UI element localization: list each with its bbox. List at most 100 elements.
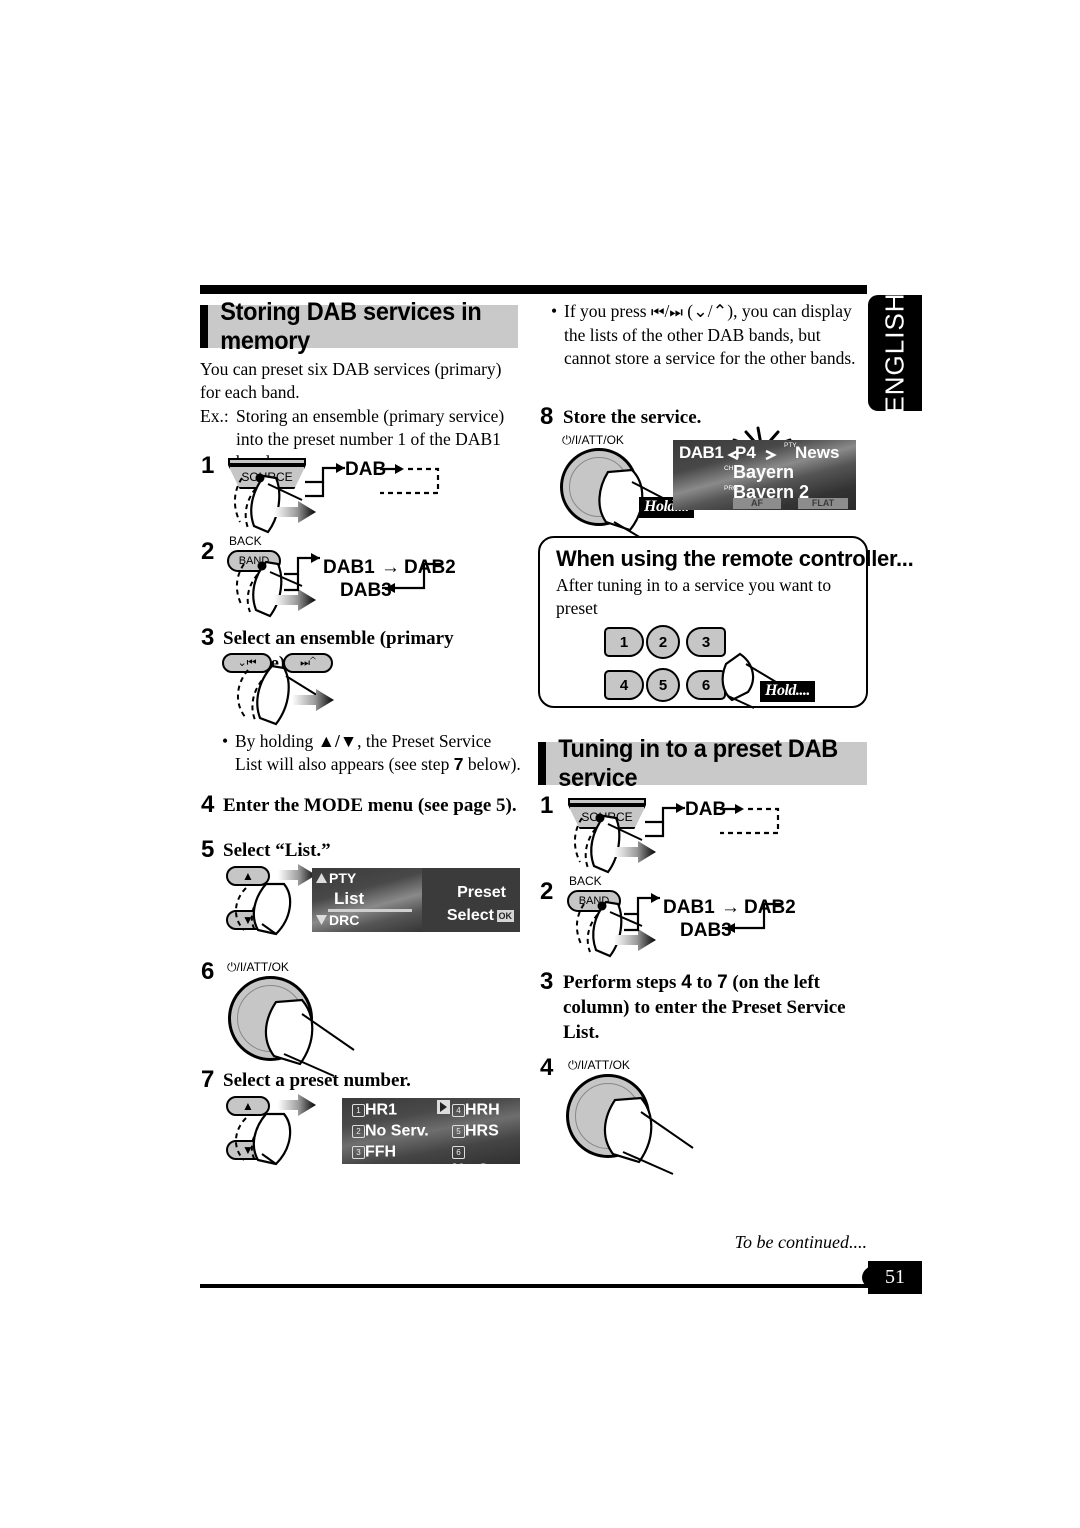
- lcd-menu-item-selected: List: [334, 889, 365, 908]
- lcd-store-display: DAB1 P4 PTY News CH Bayern PRG Bayern 2 …: [673, 440, 856, 510]
- step-2-number: 2: [201, 538, 215, 565]
- remote-key-2[interactable]: 2: [646, 625, 680, 659]
- finger-press-illustration-6: [264, 998, 355, 1077]
- tuning-step-3-c: to: [691, 972, 718, 993]
- source-button-top-bar-2: [568, 798, 646, 805]
- preset-label-3: FFH: [365, 1143, 397, 1161]
- right-top-note: • If you press ⏮/⏭ (⌄/⌃), you can displa…: [551, 300, 861, 370]
- top-divider-rule: [200, 285, 867, 294]
- lcd-menu-right-line2: Select: [446, 907, 494, 924]
- footer-divider-rule: [200, 1284, 922, 1288]
- right-note-a: If you press: [564, 301, 651, 321]
- step-3-note-arrows: ▲/▼: [317, 731, 358, 751]
- preset-label-4: HRH: [465, 1101, 500, 1119]
- remote-key-4[interactable]: 4: [604, 670, 644, 700]
- lcd-menu-right-line1: Preset: [457, 884, 506, 901]
- tuning-step-4-number: 4: [540, 1054, 554, 1081]
- lcd-store-pty: News: [795, 443, 840, 462]
- lcd-store-band: DAB1: [679, 443, 724, 462]
- lcd-store-ensemble: Bayern: [733, 462, 795, 482]
- lcd-menu-item-below: DRC: [329, 912, 360, 928]
- finger-press-illustration-7: [235, 1112, 292, 1166]
- preset-label-6: No Serv.: [452, 1161, 516, 1164]
- step-7-text: Select a preset number.: [223, 1070, 411, 1091]
- step-3-note: • By holding ▲/▼, the Preset Service Lis…: [222, 730, 522, 776]
- section-title-tuning: Tuning in to a preset DAB service: [558, 734, 838, 792]
- lcd-preset-list-display: 1HR1 2No Serv. 3FFH 4HRH 5HRS 6No Serv.: [342, 1098, 520, 1164]
- preset-number-6: 6: [452, 1145, 465, 1159]
- step-3-note-a: By holding: [235, 731, 318, 751]
- to-be-continued-note: To be continued....: [734, 1232, 867, 1252]
- storing-intro-text: You can preset six DAB services (primary…: [200, 359, 502, 402]
- preset-left-marker-icon: [727, 449, 739, 461]
- preset-right-marker-icon: [765, 449, 777, 461]
- lcd-store-flat-indicator: FLAT: [798, 498, 848, 509]
- tuning-step-3-text: Perform steps 4 to 7 (on the left column…: [563, 970, 863, 1045]
- right-note-paren: (⌄/⌃), you can: [682, 301, 797, 321]
- preset-number-3: 3: [352, 1145, 365, 1159]
- preset-label-5: HRS: [465, 1122, 499, 1140]
- bullet-dot: •: [222, 731, 229, 751]
- section-header-tuning: Tuning in to a preset DAB service: [538, 735, 867, 792]
- step-3-note-step-ref: 7: [453, 754, 464, 774]
- step-5-number: 5: [201, 836, 215, 863]
- step-3-number: 3: [201, 624, 215, 651]
- tuning-step-2-number: 2: [540, 878, 554, 905]
- step-5-text: Select “List.”: [223, 840, 331, 861]
- flow-dashed-loop-1: [380, 464, 440, 495]
- preset-number-4: 4: [452, 1103, 465, 1117]
- step-6-number: 6: [201, 958, 215, 985]
- step-4-text: Enter the MODE menu (see page 5).: [223, 795, 517, 816]
- lcd-menu-display: PTY DRC List Preset Select OK: [312, 868, 520, 932]
- remote-key-1[interactable]: 1: [604, 627, 644, 657]
- power-knob-label-6: ⏻/I/ATT/OK: [227, 960, 289, 974]
- tuning-step-3-ref1: 4: [681, 972, 692, 993]
- step-1-number: 1: [201, 452, 215, 479]
- step-8-text: Store the service.: [563, 407, 702, 428]
- section-header-storing: Storing DAB services in memory: [200, 298, 518, 355]
- hold-badge-remote: Hold....: [760, 681, 815, 702]
- manual-page: ENGLISH Storing DAB services in memory Y…: [0, 0, 1080, 1528]
- section-title-storing: Storing DAB services in memory: [220, 297, 482, 355]
- prev-track-icon: ⏮: [651, 303, 665, 321]
- tuning-step-3-number: 3: [540, 968, 554, 995]
- tuning-step-3-a: Perform steps: [563, 972, 682, 993]
- preset-cell-3[interactable]: 3 FFH: [352, 1143, 396, 1161]
- preset-cell-2[interactable]: 2 No Serv.: [352, 1122, 429, 1140]
- power-knob-label-t4: ⏻/I/ATT/OK: [568, 1058, 630, 1072]
- preset-number-5: 5: [452, 1124, 465, 1138]
- source-button-top-bar: [228, 458, 306, 465]
- step-3-note-d: below).: [463, 754, 521, 774]
- example-label: Ex.:: [200, 406, 229, 426]
- lcd-menu-ok-badge: OK: [496, 910, 514, 922]
- back-label-2: BACK: [569, 874, 602, 888]
- step-8-number: 8: [540, 403, 554, 430]
- preset-cell-6[interactable]: 6 No Serv.: [452, 1143, 520, 1164]
- finger-press-illustration-t4: [603, 1096, 694, 1175]
- preset-label-2: No Serv.: [365, 1122, 429, 1140]
- preset-cell-5[interactable]: 5 HRS: [452, 1122, 499, 1140]
- step-4-number: 4: [201, 791, 215, 818]
- language-tab-label: ENGLISH: [879, 292, 910, 414]
- preset-cell-4[interactable]: 4 HRH: [452, 1101, 500, 1119]
- back-label: BACK: [229, 534, 262, 548]
- tuning-step-3-ref2: 7: [717, 972, 728, 993]
- page-number: 51: [885, 1266, 905, 1288]
- power-knob-label-8: ⏻/I/ATT/OK: [562, 433, 624, 447]
- remote-panel-body: After tuning in to a service you want to…: [556, 575, 832, 618]
- lcd-menu-selection-underline: [328, 909, 412, 912]
- flow-label-dab1: DAB1: [323, 557, 375, 578]
- preset-number-2: 2: [352, 1124, 365, 1138]
- lcd-store-ch-tag: CH: [724, 465, 734, 472]
- flow-label-dab1-2: DAB1: [663, 897, 715, 918]
- remote-key-5[interactable]: 5: [646, 668, 680, 702]
- flow-dashed-loop-2: [720, 804, 780, 835]
- tuning-step-1-number: 1: [540, 792, 554, 819]
- preset-cursor-icon: [437, 1100, 450, 1114]
- preset-number-1: 1: [352, 1103, 365, 1117]
- next-track-icon: ⏭: [669, 303, 683, 321]
- preset-label-1: HR1: [365, 1101, 398, 1119]
- lcd-store-af-indicator: AF: [733, 498, 781, 509]
- press-arrow-3: [292, 689, 334, 711]
- preset-cell-1[interactable]: 1 HR1: [352, 1101, 397, 1119]
